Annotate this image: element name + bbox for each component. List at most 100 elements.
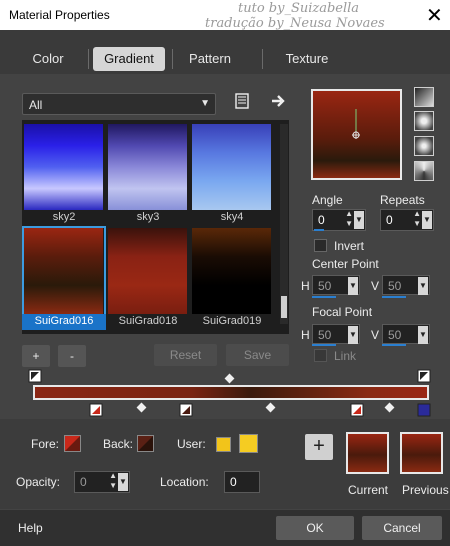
chevron-down-icon[interactable]: ▼ [422, 211, 432, 229]
opacity-stop-marker[interactable] [417, 369, 431, 383]
focal-h-label: H [301, 328, 310, 342]
tab-gradient[interactable]: Gradient [93, 47, 165, 71]
color-stop-marker[interactable] [179, 403, 193, 417]
focal-point-label: Focal Point [312, 305, 373, 319]
save-button[interactable]: Save [226, 344, 289, 366]
center-point-label: Center Point [312, 257, 379, 271]
library-icon[interactable] [234, 93, 250, 112]
center-v-label: V [371, 279, 380, 293]
focal-h-input[interactable]: 50 ▼ [312, 324, 360, 344]
help-link[interactable]: Help [18, 521, 43, 535]
spin-arrows-icon[interactable]: ▲ ▼ [413, 209, 421, 229]
add-button[interactable]: + [22, 345, 50, 367]
opacity-value: 0 [80, 475, 87, 489]
gradient-preview[interactable] [311, 89, 402, 180]
user-color-swatch[interactable] [216, 437, 231, 452]
color-midpoint-marker[interactable] [136, 402, 147, 413]
linear-style-icon[interactable] [414, 87, 434, 107]
reset-button[interactable]: Reset [154, 344, 217, 366]
gradient-swatch[interactable] [192, 124, 271, 210]
gradient-swatch-label: sky4 [220, 211, 244, 223]
color-stop-marker[interactable] [89, 403, 103, 417]
focal-h-slider-fill [312, 344, 336, 346]
center-h-value: 50 [318, 279, 332, 293]
arrow-right-icon[interactable] [270, 93, 286, 112]
gradient-swatch[interactable] [24, 124, 103, 210]
angle-input[interactable]: 0 ▲ ▼ ▼ [312, 209, 366, 231]
tab-color[interactable]: Color [14, 47, 82, 71]
location-label: Location: [160, 475, 209, 489]
category-select[interactable]: All ▼ [22, 93, 216, 115]
ok-button[interactable]: OK [276, 516, 354, 540]
watermark-text: tuto by_Suizabella [238, 1, 360, 16]
current-swatch[interactable] [346, 432, 389, 474]
gradient-swatch[interactable] [24, 228, 103, 314]
back-label: Back: [103, 437, 134, 451]
chevron-down-icon[interactable]: ▼ [354, 211, 364, 229]
location-input[interactable]: 0 [224, 471, 260, 493]
cancel-button[interactable]: Cancel [362, 516, 442, 540]
gradient-direction-handle[interactable] [313, 91, 400, 178]
gradient-editor-bar[interactable] [33, 385, 429, 400]
color-midpoint-marker[interactable] [265, 402, 276, 413]
opacity-stop-marker[interactable] [28, 369, 42, 383]
close-icon[interactable]: ✕ [426, 3, 443, 28]
gallery-scrollbar[interactable] [280, 124, 288, 324]
color-stop-marker[interactable] [350, 403, 364, 417]
radial-style-icon[interactable] [414, 136, 434, 156]
chevron-down-icon[interactable]: ▼ [418, 277, 428, 295]
center-v-input[interactable]: 50 ▼ [382, 275, 430, 295]
opacity-midpoint-marker[interactable] [224, 373, 235, 384]
gradient-swatch[interactable] [192, 228, 271, 314]
gradient-swatch-label: SuiGrad019 [202, 315, 262, 327]
previous-swatch[interactable] [400, 432, 443, 474]
link-checkbox[interactable] [314, 349, 327, 362]
center-v-value: 50 [388, 279, 402, 293]
fore-label: Fore: [31, 437, 60, 451]
chevron-down-icon[interactable]: ▼ [118, 473, 128, 491]
tab-divider [172, 49, 173, 69]
location-value: 0 [230, 475, 237, 489]
gradient-swatch[interactable] [108, 124, 187, 210]
fore-color-swatch[interactable] [64, 435, 81, 452]
scrollbar-thumb[interactable] [281, 296, 287, 318]
center-h-input[interactable]: 50 ▼ [312, 275, 360, 295]
user-color-swatch-large[interactable] [239, 434, 258, 453]
invert-checkbox[interactable] [314, 239, 327, 252]
chevron-down-icon[interactable]: ▼ [348, 277, 358, 295]
angle-slider-fill [314, 229, 324, 231]
gradient-swatch-label: sky3 [136, 211, 160, 223]
previous-label: Previous [402, 483, 449, 497]
chevron-down-icon[interactable]: ▼ [418, 326, 428, 344]
color-midpoint-marker[interactable] [384, 402, 395, 413]
spin-arrows-icon[interactable]: ▲ ▼ [109, 471, 117, 491]
chevron-down-icon[interactable]: ▼ [348, 326, 358, 344]
center-h-slider-fill [312, 296, 336, 298]
link-label: Link [334, 349, 357, 363]
opacity-label: Opacity: [16, 475, 61, 489]
gradient-swatch-label: SuiGrad018 [118, 315, 178, 327]
plus-icon[interactable]: + [305, 434, 333, 460]
title-bar: Material Properties tuto by_Suizabella t… [0, 0, 450, 31]
gradient-swatch-label: sky2 [52, 211, 76, 223]
current-label: Current [348, 483, 389, 497]
focal-h-value: 50 [318, 328, 332, 342]
tab-divider [88, 49, 89, 69]
tab-pattern[interactable]: Pattern [178, 47, 242, 71]
category-select-value: All [29, 98, 43, 112]
tab-texture[interactable]: Texture [272, 47, 342, 71]
back-color-swatch[interactable] [137, 435, 154, 452]
gradient-swatch[interactable] [108, 228, 187, 314]
color-stop-marker[interactable] [417, 403, 431, 417]
center-v-slider-fill [382, 296, 406, 298]
spin-arrows-icon[interactable]: ▲ ▼ [345, 209, 353, 229]
opacity-input[interactable]: 0 ▲ ▼ ▼ [74, 471, 130, 493]
remove-button[interactable]: - [58, 345, 86, 367]
rectangular-style-icon[interactable] [414, 111, 434, 131]
focal-v-input[interactable]: 50 ▼ [382, 324, 430, 344]
watermark-text: tradução by_Neusa Novaes [205, 16, 385, 31]
chevron-down-icon: ▼ [200, 98, 210, 109]
sunburst-style-icon[interactable] [414, 161, 434, 181]
dialog-footer: Help OK Cancel [0, 510, 450, 546]
repeats-input[interactable]: 0 ▲ ▼ ▼ [380, 209, 434, 231]
